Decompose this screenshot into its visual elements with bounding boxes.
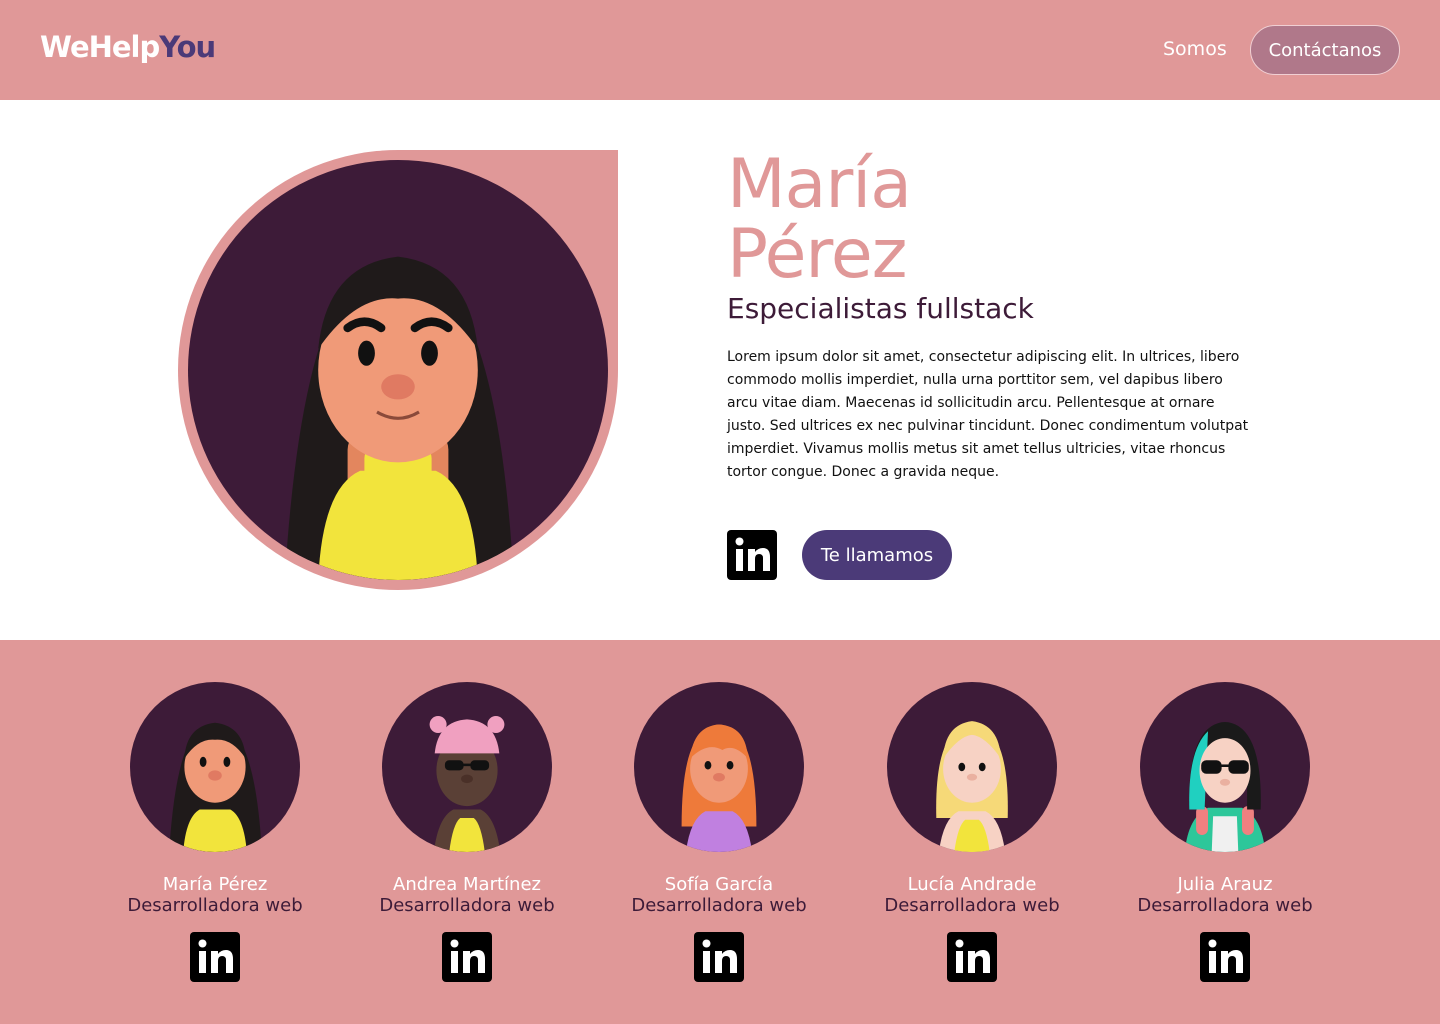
team-member-card: Julia Arauz Desarrolladora web — [1125, 640, 1325, 1024]
member-linkedin-link[interactable] — [190, 932, 240, 982]
avatar-illustration-maria — [169, 722, 262, 852]
team-member-card: Andrea Martínez Desarrolladora web — [367, 640, 567, 1024]
member-name: Lucía Andrade — [907, 874, 1037, 895]
avatar-illustration-maria — [284, 256, 514, 580]
linkedin-icon — [727, 530, 777, 580]
avatar — [130, 682, 300, 852]
logo-part-2: You — [159, 30, 216, 64]
member-name: María Pérez — [162, 874, 268, 895]
avatar — [887, 682, 1057, 852]
member-name: Sofía García — [664, 874, 774, 895]
top-navbar: WeHelpYou Somos Contáctanos — [0, 0, 1440, 100]
nav-somos-link[interactable]: Somos — [1163, 38, 1227, 60]
team-section: María Pérez Desarrolladora web Andrea Ma… — [0, 640, 1440, 1024]
member-linkedin-link[interactable] — [947, 932, 997, 982]
team-member-card: María Pérez Desarrolladora web — [115, 640, 315, 1024]
avatar-illustration-julia — [1184, 721, 1266, 852]
member-role: Desarrolladora web — [1137, 895, 1313, 916]
member-role: Desarrolladora web — [884, 895, 1060, 916]
linkedin-icon — [190, 932, 240, 982]
avatar-illustration-andrea — [429, 716, 505, 852]
member-name: Andrea Martínez — [393, 874, 541, 895]
call-me-button[interactable]: Te llamamos — [802, 530, 952, 580]
member-linkedin-link[interactable] — [1200, 932, 1250, 982]
member-name: Julia Arauz — [1177, 874, 1273, 895]
avatar-illustration-sofia — [681, 724, 757, 852]
hero-description: Lorem ipsum dolor sit amet, consectetur … — [727, 349, 1249, 480]
hero-avatar — [188, 160, 608, 580]
logo-part-1: WeHelp — [40, 30, 160, 64]
contact-button[interactable]: Contáctanos — [1250, 25, 1400, 75]
linkedin-icon — [442, 932, 492, 982]
team-member-card: Sofía García Desarrolladora web — [619, 640, 819, 1024]
logo[interactable]: WeHelpYou — [40, 30, 216, 64]
avatar-illustration-lucia — [936, 721, 1008, 852]
hero-name: María Pérez — [727, 145, 912, 294]
hero-name-line-1: María — [727, 145, 912, 224]
member-linkedin-link[interactable] — [442, 932, 492, 982]
hero-linkedin-link[interactable] — [727, 530, 777, 580]
member-role: Desarrolladora web — [631, 895, 807, 916]
linkedin-icon — [694, 932, 744, 982]
hero-role: Especialistas fullstack — [727, 292, 1034, 325]
hero-name-line-2: Pérez — [727, 215, 907, 294]
linkedin-icon — [1200, 932, 1250, 982]
member-linkedin-link[interactable] — [694, 932, 744, 982]
member-role: Desarrolladora web — [379, 895, 555, 916]
member-role: Desarrolladora web — [127, 895, 303, 916]
linkedin-icon — [947, 932, 997, 982]
team-member-card: Lucía Andrade Desarrolladora web — [872, 640, 1072, 1024]
avatar — [634, 682, 804, 852]
avatar — [1140, 682, 1310, 852]
avatar — [382, 682, 552, 852]
